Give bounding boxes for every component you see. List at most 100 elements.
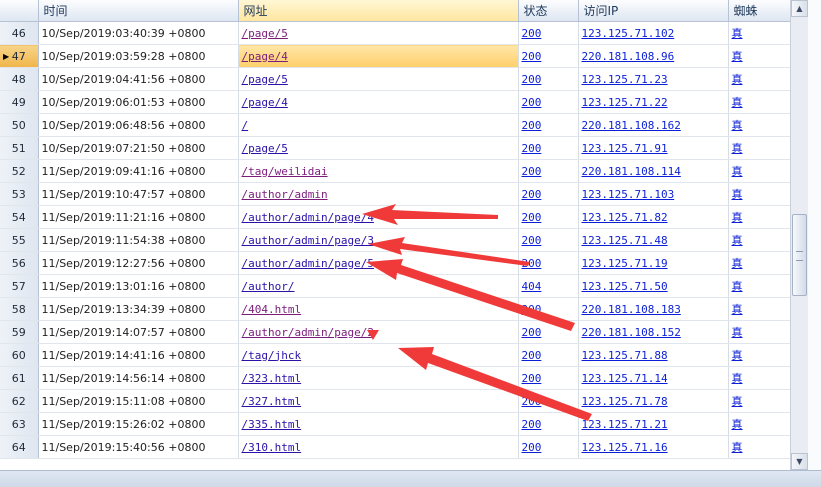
row-number[interactable]: 59 <box>0 320 39 344</box>
url-link[interactable]: /page/5 <box>242 142 288 155</box>
row-number[interactable]: 56 <box>0 251 39 275</box>
url-column-header[interactable]: 网址 <box>238 0 519 22</box>
status-link[interactable]: 200 <box>522 349 542 362</box>
ip-link[interactable]: 220.181.108.152 <box>582 326 681 339</box>
time-column-header[interactable]: 时间 <box>38 0 239 22</box>
row-number[interactable]: 55 <box>0 228 39 252</box>
table-row[interactable]: 48 10/Sep/2019:04:41:56 +0800/page/5 200 12… <box>0 67 790 91</box>
log-grid[interactable]: 时间 网址 状态 访问IP 蜘蛛 46 10/Sep/2019:03:40:39 … <box>0 0 791 470</box>
url-link[interactable]: /author/admin/page/2 <box>242 326 374 339</box>
row-number[interactable]: 46 <box>0 21 39 45</box>
row-number[interactable]: 63 <box>0 412 39 436</box>
spider-link[interactable]: 真 <box>732 280 743 293</box>
status-link[interactable]: 200 <box>522 165 542 178</box>
status-link[interactable]: 200 <box>522 372 542 385</box>
row-number[interactable]: 54 <box>0 205 39 229</box>
status-link[interactable]: 200 <box>522 211 542 224</box>
ip-link[interactable]: 123.125.71.82 <box>582 211 668 224</box>
table-row[interactable]: 49 10/Sep/2019:06:01:53 +0800/page/4 200 12… <box>0 90 790 114</box>
table-row[interactable]: 54 11/Sep/2019:11:21:16 +0800/author/admi… <box>0 205 790 229</box>
spider-link[interactable]: 真 <box>732 211 743 224</box>
row-number[interactable]: 49 <box>0 90 39 114</box>
url-link[interactable]: /author/ <box>242 280 295 293</box>
spider-link[interactable]: 真 <box>732 441 743 454</box>
spider-column-header[interactable]: 蜘蛛 <box>728 0 790 22</box>
url-link[interactable]: /page/4 <box>242 96 288 109</box>
ip-link[interactable]: 123.125.71.50 <box>582 280 668 293</box>
url-link[interactable]: /323.html <box>242 372 302 385</box>
url-link[interactable]: /404.html <box>242 303 302 316</box>
table-row[interactable]: 60 11/Sep/2019:14:41:16 +0800/tag/jhck 200… <box>0 343 790 367</box>
vertical-scrollbar[interactable]: ▲ ▼ <box>790 0 808 470</box>
spider-link[interactable]: 真 <box>732 349 743 362</box>
spider-link[interactable]: 真 <box>732 257 743 270</box>
row-number[interactable]: 61 <box>0 366 39 390</box>
table-row[interactable]: 56 11/Sep/2019:12:27:56 +0800/author/admi… <box>0 251 790 275</box>
table-row[interactable]: 51 10/Sep/2019:07:21:50 +0800/page/5 200 12… <box>0 136 790 160</box>
spider-link[interactable]: 真 <box>732 50 743 63</box>
spider-link[interactable]: 真 <box>732 27 743 40</box>
url-link[interactable]: /page/5 <box>242 73 288 86</box>
row-number[interactable]: 57 <box>0 274 39 298</box>
scroll-down-icon[interactable]: ▼ <box>791 453 808 470</box>
url-link[interactable]: /327.html <box>242 395 302 408</box>
table-row[interactable]: 55 11/Sep/2019:11:54:38 +0800/author/admi… <box>0 228 790 252</box>
status-link[interactable]: 200 <box>522 326 542 339</box>
url-link[interactable]: /310.html <box>242 441 302 454</box>
spider-link[interactable]: 真 <box>732 188 743 201</box>
spider-link[interactable]: 真 <box>732 418 743 431</box>
status-link[interactable]: 404 <box>522 280 542 293</box>
row-number[interactable]: 60 <box>0 343 39 367</box>
table-row[interactable]: 58 11/Sep/2019:13:34:39 +0800/404.html 200… <box>0 297 790 321</box>
ip-link[interactable]: 123.125.71.102 <box>582 27 675 40</box>
ip-link[interactable]: 123.125.71.103 <box>582 188 675 201</box>
ip-column-header[interactable]: 访问IP <box>578 0 729 22</box>
status-link[interactable]: 200 <box>522 96 542 109</box>
table-row[interactable]: 53 11/Sep/2019:10:47:57 +0800/author/admi… <box>0 182 790 206</box>
spider-link[interactable]: 真 <box>732 303 743 316</box>
row-number[interactable]: 51 <box>0 136 39 160</box>
row-number[interactable]: 64 <box>0 435 39 459</box>
url-link[interactable]: /author/admin/page/5 <box>242 257 374 270</box>
row-number[interactable]: 52 <box>0 159 39 183</box>
ip-link[interactable]: 220.181.108.162 <box>582 119 681 132</box>
row-number[interactable]: 53 <box>0 182 39 206</box>
ip-link[interactable]: 220.181.108.96 <box>582 50 675 63</box>
scroll-thumb[interactable] <box>792 214 807 296</box>
table-row[interactable]: 63 11/Sep/2019:15:26:02 +0800/335.html 200… <box>0 412 790 436</box>
ip-link[interactable]: 123.125.71.23 <box>582 73 668 86</box>
url-link[interactable]: /tag/jhck <box>242 349 302 362</box>
spider-link[interactable]: 真 <box>732 326 743 339</box>
table-row[interactable]: ▶ 47 10/Sep/2019:03:59:28 +0800/page/4 200 2… <box>0 44 790 68</box>
status-link[interactable]: 200 <box>522 188 542 201</box>
url-link[interactable]: /335.html <box>242 418 302 431</box>
url-link[interactable]: /author/admin/page/4 <box>242 211 374 224</box>
spider-link[interactable]: 真 <box>732 395 743 408</box>
spider-link[interactable]: 真 <box>732 96 743 109</box>
status-link[interactable]: 200 <box>522 395 542 408</box>
status-link[interactable]: 200 <box>522 257 542 270</box>
ip-link[interactable]: 123.125.71.21 <box>582 418 668 431</box>
table-row[interactable]: 59 11/Sep/2019:14:07:57 +0800/author/admi… <box>0 320 790 344</box>
ip-link[interactable]: 123.125.71.78 <box>582 395 668 408</box>
table-row[interactable]: 46 10/Sep/2019:03:40:39 +0800/page/5 200 12… <box>0 21 790 45</box>
rownum-header[interactable] <box>0 0 39 22</box>
table-row[interactable]: 64 11/Sep/2019:15:40:56 +0800/310.html 200… <box>0 435 790 459</box>
url-link[interactable]: /author/admin <box>242 188 328 201</box>
table-row[interactable]: 52 11/Sep/2019:09:41:16 +0800/tag/weilida… <box>0 159 790 183</box>
table-row[interactable]: 62 11/Sep/2019:15:11:08 +0800/327.html 200… <box>0 389 790 413</box>
row-number[interactable]: ▶ 47 <box>0 44 39 68</box>
row-number[interactable]: 48 <box>0 67 39 91</box>
spider-link[interactable]: 真 <box>732 165 743 178</box>
status-link[interactable]: 200 <box>522 234 542 247</box>
ip-link[interactable]: 123.125.71.14 <box>582 372 668 385</box>
status-link[interactable]: 200 <box>522 142 542 155</box>
status-link[interactable]: 200 <box>522 50 542 63</box>
status-column-header[interactable]: 状态 <box>518 0 579 22</box>
ip-link[interactable]: 123.125.71.22 <box>582 96 668 109</box>
url-link[interactable]: /page/5 <box>242 27 288 40</box>
row-number[interactable]: 62 <box>0 389 39 413</box>
ip-link[interactable]: 220.181.108.114 <box>582 165 681 178</box>
ip-link[interactable]: 123.125.71.19 <box>582 257 668 270</box>
status-link[interactable]: 200 <box>522 27 542 40</box>
